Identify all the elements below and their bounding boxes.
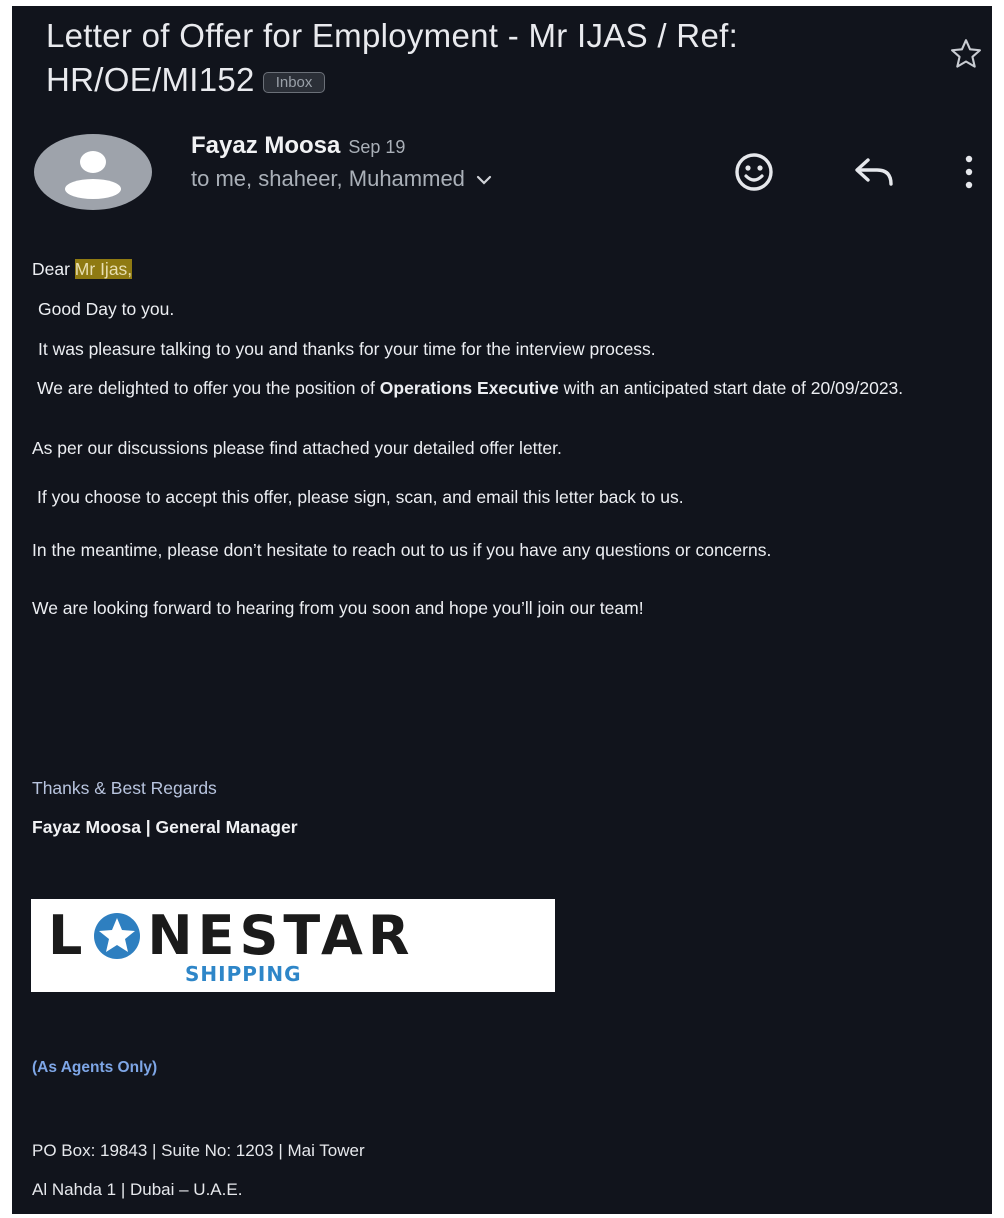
paragraph-4: As per our discussions please find attac… [32,438,562,458]
sender-avatar[interactable] [34,134,152,210]
logo-wordmark: L NESTAR [48,909,414,963]
chevron-down-icon [476,176,492,185]
greeting-prefix: Dear [32,259,75,279]
more-vertical-icon[interactable] [962,152,976,192]
p3-pre: We are delighted to offer you the positi… [37,378,380,398]
recipients-toggle[interactable]: to me, shaheer, Muhammed [191,166,493,192]
paragraph-7: We are looking forward to hearing from y… [32,598,644,618]
paragraph-5: If you choose to accept this offer, plea… [37,487,684,507]
sender-name[interactable]: Fayaz Moosa [191,132,340,159]
person-avatar-icon [65,151,121,199]
company-logo: L NESTAR SHIPPING [31,899,555,992]
p3-post: with an anticipated start date of 20/09/… [558,378,904,398]
address-line-2: Al Nahda 1 | Dubai – U.A.E. [32,1180,243,1199]
paragraph-2: It was pleasure talking to you and thank… [38,339,656,359]
sender-line: Fayaz Moosa Sep 19 [191,132,405,160]
agents-note[interactable]: (As Agents Only) [32,1058,988,1077]
logo-letter-l: L [48,904,88,967]
address-line-1: PO Box: 19843 | Suite No: 1203 | Mai Tow… [32,1141,365,1160]
star-logo-icon [94,913,141,959]
closing-line: Thanks & Best Regards [32,778,217,798]
paragraph-1: Good Day to you. [38,299,175,319]
emoji-smile-icon[interactable] [730,148,778,196]
position-title: Operations Executive [379,378,559,398]
email-subject: Letter of Offer for Employment - Mr IJAS… [46,14,926,102]
paragraph-3: We are delighted to offer you the positi… [32,379,988,398]
email-date: Sep 19 [348,137,406,157]
logo-letters-rest: NESTAR [147,904,415,967]
recipients-text: to me, shaheer, Muhammed [191,166,465,191]
paragraph-6: In the meantime, please don’t hesitate t… [32,540,772,560]
email-view: Letter of Offer for Employment - Mr IJAS… [12,6,992,1214]
reply-icon[interactable] [851,152,897,192]
star-icon[interactable] [948,36,984,72]
greeting-name: Mr Ijas, [74,259,133,279]
signature-name-title: Fayaz Moosa | General Manager [32,817,298,837]
logo-subtitle: SHIPPING [185,962,302,986]
inbox-label[interactable]: Inbox [262,71,326,93]
greeting: Dear Mr Ijas, [32,259,988,279]
subject-text: Letter of Offer for Employment - Mr IJAS… [46,17,739,98]
